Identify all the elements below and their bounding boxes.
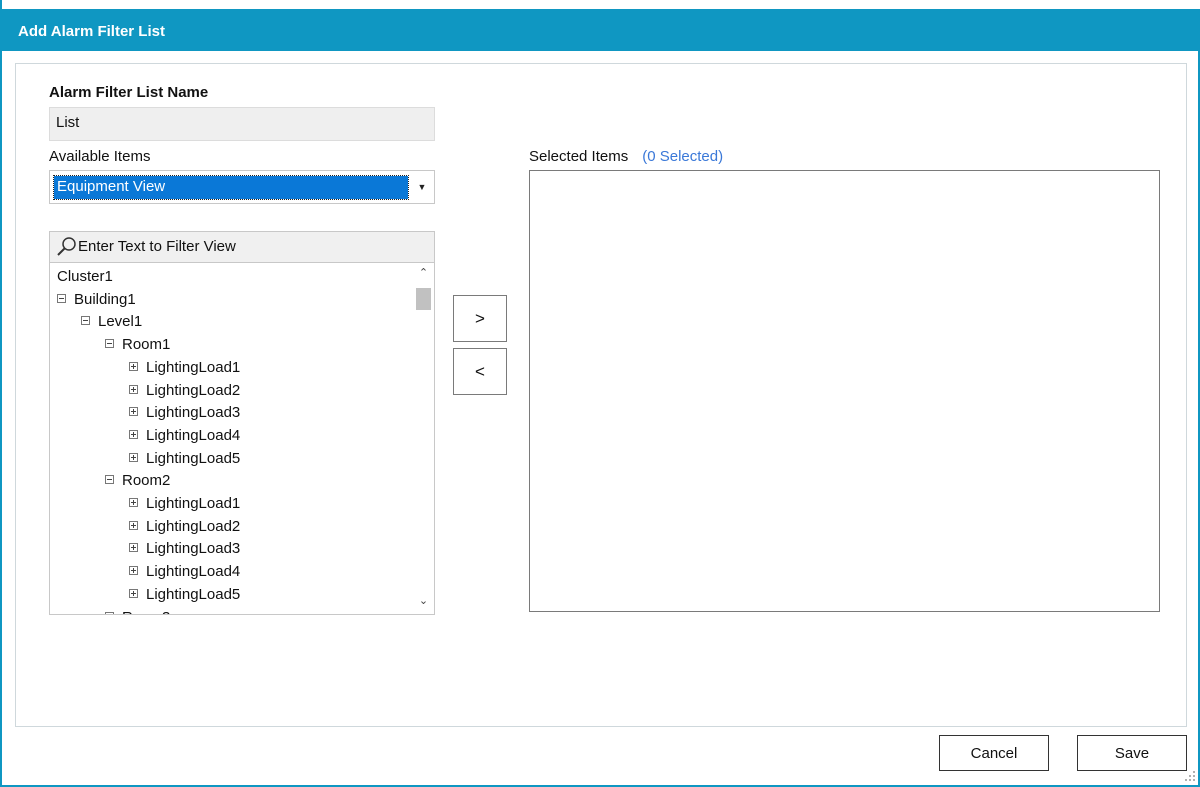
tree-item[interactable]: LightingLoad1 — [129, 493, 240, 515]
tree-item-label: Room3 — [122, 609, 170, 615]
tree-item[interactable]: Room2 — [105, 470, 170, 492]
save-button[interactable]: Save — [1077, 735, 1187, 771]
tree-item[interactable]: LightingLoad4 — [129, 561, 240, 583]
expand-icon[interactable] — [129, 588, 138, 598]
tree-item-label: Room2 — [122, 472, 171, 490]
tree-item[interactable]: LightingLoad5 — [129, 584, 240, 606]
collapse-icon[interactable] — [105, 475, 114, 485]
tree-item-label: LightingLoad5 — [146, 449, 241, 467]
tree-item-label: Room1 — [122, 336, 171, 354]
tree-rows: Cluster1 Building1 Level1 Room1 LightingLoad… — [50, 266, 412, 614]
tree-item-label: LightingLoad4 — [146, 426, 241, 444]
tree-item-label: Cluster1 — [57, 268, 113, 285]
selected-items-label: Selected Items — [529, 148, 629, 165]
collapse-icon[interactable] — [57, 293, 66, 303]
tree-item[interactable]: LightingLoad1 — [129, 357, 240, 379]
tree-item-label: LightingLoad3 — [146, 404, 241, 422]
list-name-input[interactable]: List — [49, 107, 435, 141]
tree-item[interactable]: Cluster1 — [57, 266, 113, 288]
tree-item-label: LightingLoad1 — [146, 358, 241, 376]
tree-item[interactable]: Level1 — [81, 311, 142, 333]
collapse-icon[interactable] — [105, 611, 114, 614]
resize-grip-icon[interactable] — [1182, 768, 1196, 782]
scrollbar-thumb[interactable] — [416, 288, 431, 310]
tree-item-label: LightingLoad2 — [146, 381, 241, 399]
content-panel: Alarm Filter List Name List Available It… — [15, 63, 1187, 727]
tree-item[interactable]: LightingLoad2 — [129, 516, 240, 538]
tree-item[interactable]: Room1 — [105, 334, 170, 356]
chevron-down-icon[interactable]: ▼ — [412, 173, 432, 201]
expand-icon[interactable] — [129, 520, 138, 530]
scroll-up-icon[interactable]: ⌃ — [414, 266, 433, 286]
list-name-label: Alarm Filter List Name — [49, 84, 209, 101]
add-to-selected-button[interactable]: > — [453, 295, 507, 342]
tree-item-label: LightingLoad2 — [146, 517, 241, 535]
tree-item-label: LightingLoad3 — [146, 540, 241, 558]
add-alarm-filter-dialog: Add Alarm Filter List Alarm Filter List … — [0, 0, 1200, 787]
dropdown-selected-value: Equipment View — [53, 175, 409, 200]
filter-placeholder: Enter Text to Filter View — [78, 238, 236, 255]
filter-input[interactable]: Enter Text to Filter View — [50, 232, 434, 263]
tree-item-label: LightingLoad1 — [146, 495, 241, 512]
tree-item-label: LightingLoad4 — [146, 563, 241, 581]
expand-icon[interactable] — [129, 429, 138, 439]
available-items-dropdown[interactable]: Equipment View ▼ — [49, 170, 435, 204]
expand-icon[interactable] — [129, 566, 138, 576]
tree-item[interactable]: Building1 — [57, 289, 136, 311]
tree-item-label: Building1 — [74, 290, 136, 308]
search-icon — [57, 237, 76, 256]
expand-icon[interactable] — [129, 543, 138, 553]
selected-items-header: Selected Items (0 Selected) — [529, 148, 723, 165]
available-items-tree: Enter Text to Filter View Cluster1 Buildi… — [49, 231, 435, 615]
dialog-title: Add Alarm Filter List — [2, 0, 1200, 51]
tree-item[interactable]: Room3 — [105, 607, 170, 615]
scroll-down-icon[interactable]: ⌄ — [414, 594, 433, 614]
expand-icon[interactable] — [129, 452, 138, 462]
expand-icon[interactable] — [129, 407, 138, 417]
selected-count: (0 Selected) — [642, 148, 724, 165]
collapse-icon[interactable] — [81, 316, 90, 326]
tree-item[interactable]: LightingLoad3 — [129, 402, 240, 424]
expand-icon[interactable] — [129, 384, 138, 394]
tree-scrollbar[interactable]: ⌃ ⌄ — [414, 266, 433, 614]
tree-item[interactable]: LightingLoad2 — [129, 380, 240, 402]
expand-icon[interactable] — [129, 361, 138, 371]
selected-items-list[interactable] — [529, 170, 1160, 612]
remove-from-selected-button[interactable]: < — [453, 348, 507, 395]
tree-item[interactable]: LightingLoad4 — [129, 425, 240, 447]
tree-item-label: LightingLoad5 — [146, 585, 241, 603]
collapse-icon[interactable] — [105, 339, 114, 349]
expand-icon[interactable] — [129, 498, 138, 507]
tree-item[interactable]: LightingLoad3 — [129, 538, 240, 560]
tree-item-label: Level1 — [98, 313, 143, 331]
available-items-label: Available Items — [49, 148, 151, 165]
cancel-button[interactable]: Cancel — [939, 735, 1049, 771]
tree-item[interactable]: LightingLoad5 — [129, 448, 240, 470]
